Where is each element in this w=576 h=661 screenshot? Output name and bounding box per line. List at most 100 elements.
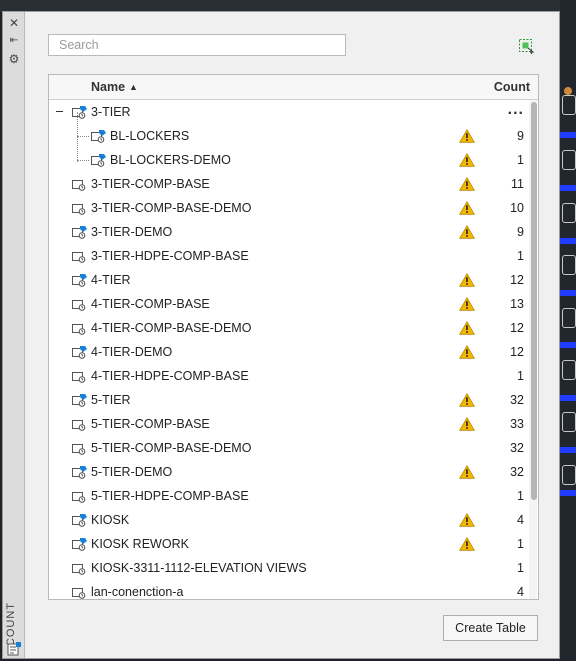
- block-count: 32: [510, 393, 524, 407]
- block-name: 3-TIER-DEMO: [91, 225, 173, 239]
- more-options-button[interactable]: ...: [508, 100, 524, 120]
- list-row[interactable]: 4-TIER-COMP-BASE 13: [49, 292, 529, 316]
- close-icon[interactable]: ✕: [7, 16, 21, 30]
- list-rows: 3-TIER... BL-LOCKERS 9 BL-LOCKERS-DEMO 1 3-TI…: [49, 100, 529, 599]
- tree-connector: [77, 112, 78, 162]
- block-count: 32: [510, 465, 524, 479]
- tree-child-row[interactable]: BL-LOCKERS-DEMO 1: [49, 148, 529, 172]
- list-row[interactable]: 4-TIER-DEMO 12: [49, 340, 529, 364]
- warning-icon[interactable]: [459, 537, 475, 551]
- block-icon: [72, 418, 87, 431]
- tree-connector: [77, 160, 89, 161]
- canvas-line: [560, 132, 576, 138]
- list-row[interactable]: 3-TIER-COMP-BASE 11: [49, 172, 529, 196]
- block-name: 4-TIER-DEMO: [91, 345, 173, 359]
- palette-title-bar: ✕ ⇤ ⚙ COUNT: [3, 12, 25, 658]
- block-name: 5-TIER: [91, 393, 131, 407]
- warning-icon[interactable]: [459, 513, 475, 527]
- block-count: 12: [510, 321, 524, 335]
- block-name: 5-TIER-COMP-BASE: [91, 417, 210, 431]
- warning-icon[interactable]: [459, 345, 475, 359]
- collapse-icon[interactable]: [56, 111, 63, 112]
- warning-icon[interactable]: [459, 297, 475, 311]
- block-count: 1: [517, 561, 524, 575]
- select-objects-icon[interactable]: [518, 38, 534, 54]
- list-row[interactable]: 4-TIER-COMP-BASE-DEMO 12: [49, 316, 529, 340]
- list-row[interactable]: 3-TIER-HDPE-COMP-BASE 1: [49, 244, 529, 268]
- block-count: 1: [517, 249, 524, 263]
- list-row[interactable]: 5-TIER-COMP-BASE-DEMO 32: [49, 436, 529, 460]
- block-name: 4-TIER-COMP-BASE: [91, 297, 210, 311]
- search-input[interactable]: [48, 34, 346, 56]
- block-count: 32: [510, 441, 524, 455]
- drawing-canvas[interactable]: [560, 0, 576, 661]
- block-icon: [72, 370, 87, 383]
- list-row[interactable]: 5-TIER-COMP-BASE 33: [49, 412, 529, 436]
- canvas-block: [562, 150, 576, 170]
- column-header-name[interactable]: Name ▲: [91, 75, 138, 99]
- canvas-block: [562, 95, 576, 115]
- block-icon: [72, 322, 87, 335]
- block-icon: [72, 490, 87, 503]
- block-count: 4: [517, 585, 524, 599]
- canvas-line: [560, 290, 576, 296]
- list-row[interactable]: 5-TIER-HDPE-COMP-BASE 1: [49, 484, 529, 508]
- block-name: lan-conenction-a: [91, 585, 184, 599]
- block-count: 11: [511, 177, 524, 191]
- warning-icon[interactable]: [459, 153, 475, 167]
- list-row[interactable]: 3-TIER-COMP-BASE-DEMO 10: [49, 196, 529, 220]
- create-table-button[interactable]: Create Table: [443, 615, 538, 641]
- canvas-block: [562, 412, 576, 432]
- block-count: 12: [510, 273, 524, 287]
- warning-icon[interactable]: [459, 321, 475, 335]
- palette-title: COUNT: [5, 602, 17, 647]
- warning-icon[interactable]: [459, 273, 475, 287]
- dynamic-block-icon: [91, 130, 106, 143]
- block-icon: [72, 562, 87, 575]
- warning-icon[interactable]: [459, 465, 475, 479]
- list-row[interactable]: 5-TIER-DEMO 32: [49, 460, 529, 484]
- sort-ascending-icon: ▲: [129, 82, 138, 92]
- warning-icon[interactable]: [459, 417, 475, 431]
- list-row[interactable]: KIOSK 4: [49, 508, 529, 532]
- warning-icon[interactable]: [459, 225, 475, 239]
- list-row[interactable]: lan-conenction-a 4: [49, 580, 529, 599]
- list-row[interactable]: KIOSK REWORK 1: [49, 532, 529, 556]
- block-count: 33: [510, 417, 524, 431]
- warning-icon[interactable]: [459, 393, 475, 407]
- warning-icon[interactable]: [459, 177, 475, 191]
- dynamic-block-icon: [91, 154, 106, 167]
- properties-icon[interactable]: ⚙: [7, 52, 21, 66]
- tree-child-row[interactable]: BL-LOCKERS 9: [49, 124, 529, 148]
- list-row[interactable]: 4-TIER-HDPE-COMP-BASE 1: [49, 364, 529, 388]
- dynamic-block-icon: [72, 106, 87, 119]
- canvas-line: [560, 447, 576, 453]
- block-count: 1: [517, 489, 524, 503]
- list-row[interactable]: 4-TIER 12: [49, 268, 529, 292]
- list-row[interactable]: 3-TIER...: [49, 100, 529, 124]
- canvas-block: [562, 308, 576, 328]
- list-row[interactable]: KIOSK-3311-1112-ELEVATION VIEWS 1: [49, 556, 529, 580]
- canvas-line: [560, 185, 576, 191]
- warning-icon[interactable]: [459, 129, 475, 143]
- column-header-count[interactable]: Count: [494, 75, 530, 99]
- block-name: 5-TIER-COMP-BASE-DEMO: [91, 441, 252, 455]
- list-header: Name ▲ Count: [49, 75, 538, 100]
- warning-icon[interactable]: [459, 201, 475, 215]
- dynamic-block-icon: [72, 274, 87, 287]
- canvas-block: [562, 203, 576, 223]
- canvas-block: [562, 465, 576, 485]
- list-row[interactable]: 3-TIER-DEMO 9: [49, 220, 529, 244]
- block-count: 9: [517, 225, 524, 239]
- block-count: 9: [517, 129, 524, 143]
- canvas-line: [560, 342, 576, 348]
- block-count: 1: [517, 153, 524, 167]
- dynamic-block-icon: [72, 346, 87, 359]
- block-name: KIOSK-3311-1112-ELEVATION VIEWS: [91, 561, 307, 575]
- dynamic-block-icon: [72, 538, 87, 551]
- list-row[interactable]: 5-TIER 32: [49, 388, 529, 412]
- autohide-icon[interactable]: ⇤: [7, 34, 21, 48]
- block-name: 5-TIER-HDPE-COMP-BASE: [91, 489, 249, 503]
- block-count: 4: [517, 513, 524, 527]
- scrollbar-thumb[interactable]: [531, 102, 537, 500]
